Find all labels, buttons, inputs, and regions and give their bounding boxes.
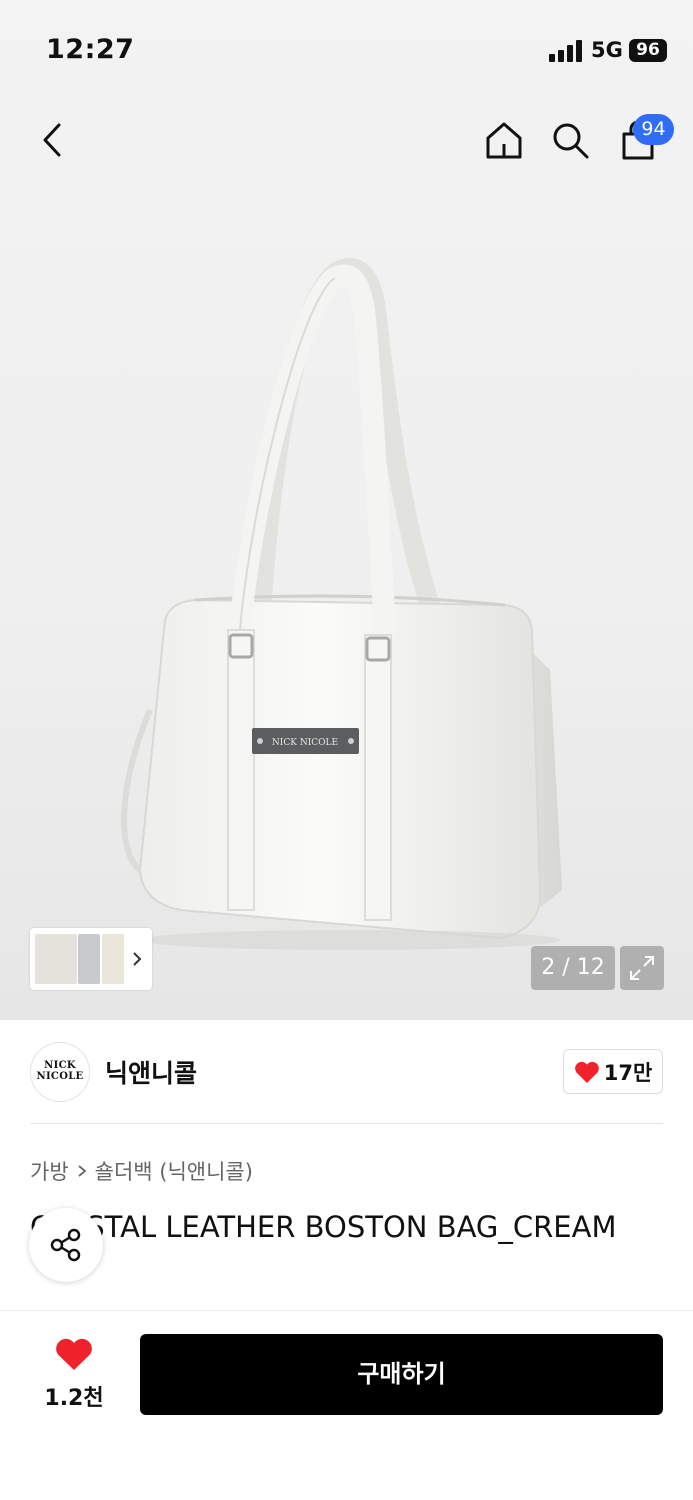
product-gallery[interactable]: 12:27 5G 96 94 NICK NICOLE 2 / 12 [0,0,693,1020]
thumbnail-image[interactable] [35,934,77,984]
brand-logo[interactable]: NICK NICOLE [30,1042,90,1102]
brand-like-count: 17만 [603,1060,653,1085]
back-button[interactable] [28,116,76,164]
bag-logo-text: NICK NICOLE [272,738,338,748]
breadcrumb-category[interactable]: 가방 [30,1156,69,1186]
chevron-left-icon [43,123,61,157]
brand-logo-line2: NICOLE [36,1071,84,1082]
brand-name[interactable]: 닉앤니콜 [105,1054,197,1090]
wishlist-button[interactable]: 1.2천 [40,1336,108,1412]
thumbnail-image[interactable] [78,934,100,984]
brand-logo-line1: NICK [44,1060,76,1071]
thumbnail-strip[interactable] [30,928,152,990]
search-button[interactable] [546,116,594,164]
home-icon [486,122,522,159]
brand-like-button[interactable]: 17만 [563,1049,663,1094]
search-icon [553,123,589,159]
heart-icon [574,1061,599,1083]
chevron-right-icon [78,1165,87,1177]
signal-icon [549,40,583,62]
breadcrumb: 가방 숄더백 (닉앤니콜) [30,1156,253,1186]
breadcrumb-subcategory[interactable]: 숄더백 (닉앤니콜) [95,1156,253,1186]
home-button[interactable] [480,116,528,164]
network-type: 5G [591,38,623,62]
share-button[interactable] [29,1208,103,1282]
status-time: 12:27 [46,34,135,65]
fullscreen-button[interactable] [620,946,664,990]
thumbnail-image[interactable] [102,934,124,984]
product-title: CRYSTAL LEATHER BOSTON BAG_CREAM [30,1210,617,1244]
divider [30,1123,663,1124]
heart-icon [56,1338,92,1370]
image-counter: 2 / 12 [531,946,615,990]
share-icon [50,1228,81,1262]
buy-button[interactable]: 구매하기 [140,1334,663,1415]
expand-icon [630,956,654,980]
cart-count-badge: 94 [633,114,674,145]
status-bar: 12:27 5G 96 [0,0,693,100]
wishlist-count: 1.2천 [44,1386,104,1411]
chevron-right-icon [133,952,142,966]
battery-icon: 96 [629,39,667,62]
product-image: NICK NICOLE [120,258,562,950]
